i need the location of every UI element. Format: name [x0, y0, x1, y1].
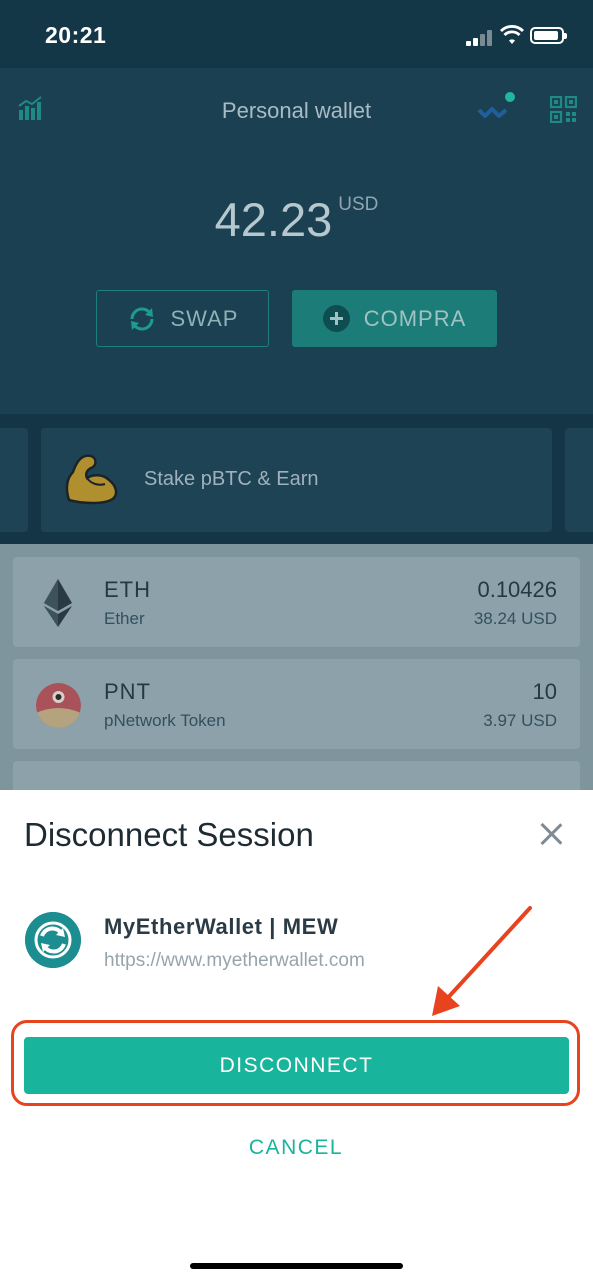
balance-currency: USD: [338, 194, 379, 215]
close-icon[interactable]: [538, 820, 566, 848]
plus-icon: [322, 305, 350, 332]
token-name: Ether: [104, 609, 145, 628]
status-time: 20:21: [45, 22, 107, 48]
token-symbol: ETH: [104, 577, 151, 602]
disconnect-session-sheet: Disconnect Session MyEtherWallet | MEW h…: [0, 790, 593, 1282]
token-list: ETH Ether 0.10426 38.24 USD PNT pNetwork…: [0, 544, 593, 790]
home-indicator[interactable]: [190, 1263, 403, 1269]
walletconnect-icon[interactable]: [476, 98, 510, 124]
eth-icon: [44, 579, 72, 627]
connected-indicator-dot: [505, 92, 515, 102]
wifi-icon: [500, 25, 524, 44]
buy-label: COMPRA: [363, 305, 467, 331]
promo-text: Stake pBTC & Earn: [144, 468, 319, 490]
flexed-arm-icon: [65, 454, 118, 505]
promo-card-stake-pbtc[interactable]: Stake pBTC & Earn: [41, 428, 552, 532]
promo-carousel[interactable]: Stake pBTC & Earn: [0, 414, 593, 544]
balance-display: 42.23 USD: [0, 192, 593, 247]
sheet-title: Disconnect Session: [24, 816, 314, 853]
token-usd-value: 38.24 USD: [473, 609, 557, 628]
wallet-app-background: 20:21 Personal wallet 42.23 USD SWAP COM…: [0, 0, 593, 790]
status-bar: 20:21: [0, 0, 593, 68]
promo-card-previous[interactable]: [0, 428, 28, 532]
swap-icon: [130, 307, 153, 330]
pnt-icon: [36, 683, 81, 728]
disconnect-button[interactable]: DISCONNECT: [24, 1037, 569, 1094]
dapp-url: https://www.myetherwallet.com: [104, 950, 365, 971]
token-row-eth[interactable]: ETH Ether 0.10426 38.24 USD: [13, 557, 580, 647]
balance-amount: 42.23: [214, 193, 333, 246]
qr-code-icon[interactable]: [550, 96, 577, 123]
token-amount: 0.10426: [477, 577, 557, 602]
dapp-name: MyEtherWallet | MEW: [104, 914, 339, 939]
token-row-partial[interactable]: [13, 761, 580, 790]
swap-label: SWAP: [170, 305, 239, 331]
token-amount: 10: [532, 679, 557, 704]
cancel-button[interactable]: CANCEL: [196, 1130, 396, 1166]
battery-icon: [530, 27, 567, 44]
token-symbol: PNT: [104, 679, 151, 704]
buy-button[interactable]: COMPRA: [292, 290, 497, 347]
cellular-signal-icon: [466, 30, 494, 46]
token-usd-value: 3.97 USD: [483, 711, 557, 730]
wallet-header: Personal wallet 42.23 USD SWAP COMPRA: [0, 68, 593, 414]
mew-logo-icon: [25, 912, 81, 968]
annotation-arrow: [432, 906, 532, 1016]
token-name: pNetwork Token: [104, 711, 226, 730]
swap-button[interactable]: SWAP: [96, 290, 269, 347]
token-row-pnt[interactable]: PNT pNetwork Token 10 3.97 USD: [13, 659, 580, 749]
promo-card-next[interactable]: [565, 428, 593, 532]
